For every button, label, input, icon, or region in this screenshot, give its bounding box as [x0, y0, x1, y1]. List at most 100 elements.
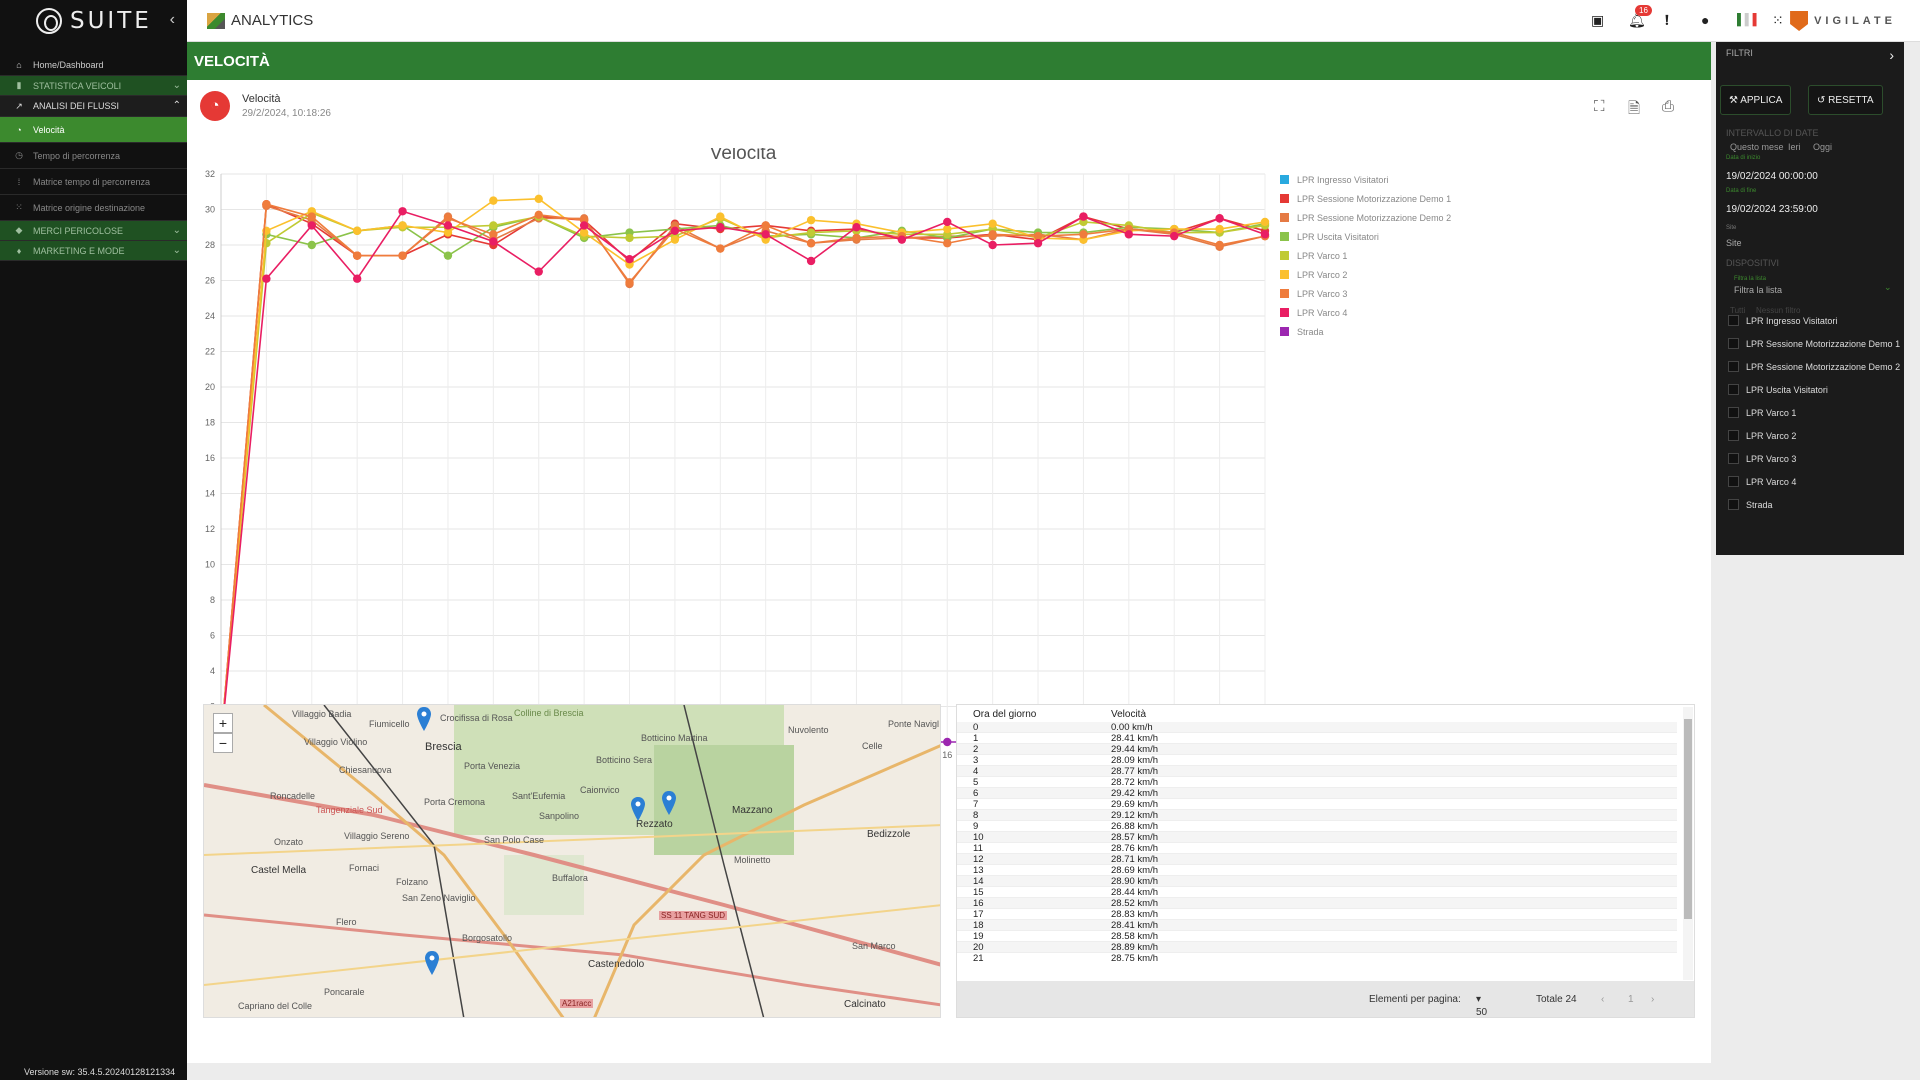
data-point[interactable]: [307, 240, 316, 250]
legend-swatch[interactable]: [1280, 232, 1289, 241]
data-point[interactable]: [852, 233, 861, 243]
chevron-right-icon[interactable]: ›: [1889, 47, 1894, 63]
map-marker-icon[interactable]: [631, 797, 645, 821]
data-point[interactable]: [761, 230, 770, 239]
fullscreen-icon[interactable]: ⛶: [1594, 98, 1605, 115]
data-point[interactable]: [398, 207, 407, 216]
map-marker-icon[interactable]: [417, 707, 431, 731]
collapse-sidebar-icon[interactable]: ‹: [170, 11, 175, 29]
data-point[interactable]: [761, 221, 770, 230]
app-title[interactable]: ANALYTICS: [207, 12, 313, 29]
data-point[interactable]: [625, 255, 634, 264]
sidebar-group-analisi[interactable]: ↗ ANALISI DEI FLUSSI ⌃: [0, 96, 187, 117]
legend-swatch[interactable]: [1280, 175, 1289, 184]
data-point[interactable]: [943, 239, 952, 248]
data-point[interactable]: [1215, 214, 1224, 223]
data-point[interactable]: [943, 217, 952, 227]
legend-swatch[interactable]: [1280, 270, 1289, 279]
legend-swatch[interactable]: [1280, 213, 1289, 222]
zoom-in-button[interactable]: +: [213, 713, 233, 733]
device-label[interactable]: LPR Uscita Visitatori: [1746, 385, 1828, 395]
data-point[interactable]: [262, 199, 271, 209]
no-filter-link[interactable]: Nessun filtro: [1756, 306, 1800, 315]
device-label[interactable]: Strada: [1746, 500, 1773, 510]
data-point[interactable]: [988, 230, 997, 239]
data-point[interactable]: [806, 215, 816, 225]
legend-label[interactable]: LPR Varco 2: [1297, 270, 1347, 280]
legend-label[interactable]: LPR Sessione Motorizzazione Demo 2: [1297, 213, 1451, 223]
sidebar-group-statistica[interactable]: ▮ STATISTICA VEICOLI ⌄: [0, 76, 187, 96]
data-point[interactable]: [716, 212, 725, 221]
data-point[interactable]: [943, 737, 952, 747]
legend-swatch[interactable]: [1280, 327, 1289, 336]
camera-icon[interactable]: ▣: [1591, 12, 1604, 29]
sidebar-item-matrice-od[interactable]: ⁙ Matrice origine destinazione: [0, 195, 187, 221]
data-point[interactable]: [988, 219, 997, 228]
apply-button[interactable]: ⚒ APPLICA: [1720, 85, 1792, 115]
sidebar-group-marketing[interactable]: ♦ MARKETING E MODE ⌄: [0, 241, 187, 261]
data-point[interactable]: [352, 226, 362, 235]
data-point[interactable]: [489, 196, 498, 205]
data-point[interactable]: [443, 251, 453, 260]
sidebar-group-merci[interactable]: ◆ MERCI PERICOLOSE ⌄: [0, 221, 187, 241]
data-point[interactable]: [307, 221, 316, 230]
map-marker-icon[interactable]: [662, 791, 676, 815]
data-point[interactable]: [806, 256, 816, 266]
data-point[interactable]: [806, 239, 816, 248]
legend-swatch[interactable]: [1280, 289, 1289, 298]
data-point[interactable]: [352, 274, 362, 283]
data-point[interactable]: [806, 228, 816, 237]
data-point[interactable]: [1079, 212, 1088, 221]
legend-swatch[interactable]: [1280, 194, 1289, 203]
filter-list-input[interactable]: Filtra la lista: [1734, 285, 1782, 295]
legend-label[interactable]: LPR Varco 1: [1297, 251, 1347, 261]
data-point[interactable]: [489, 221, 498, 230]
reset-button[interactable]: ↺ RESETTA: [1808, 85, 1883, 115]
device-label[interactable]: LPR Varco 3: [1746, 454, 1796, 464]
data-point[interactable]: [670, 235, 680, 244]
data-point[interactable]: [1124, 230, 1134, 239]
data-point[interactable]: [1260, 217, 1270, 227]
data-point[interactable]: [670, 226, 680, 235]
legend-swatch[interactable]: [1280, 251, 1289, 260]
device-checkbox[interactable]: [1728, 315, 1739, 326]
data-point[interactable]: [398, 221, 407, 230]
next-page-icon[interactable]: ›: [1651, 994, 1654, 1005]
data-point[interactable]: [1260, 230, 1270, 239]
column-header-speed[interactable]: Velocità: [1111, 709, 1146, 720]
device-checkbox[interactable]: [1728, 407, 1739, 418]
italian-flag-icon[interactable]: ▌▌▌: [1737, 14, 1760, 26]
pdf-export-icon[interactable]: 🗎︎: [1628, 98, 1640, 123]
data-point[interactable]: [988, 240, 997, 250]
device-checkbox[interactable]: [1728, 338, 1739, 349]
sidebar-item-tempo-percorrenza[interactable]: ◷ Tempo di percorrenza: [0, 143, 187, 169]
data-point[interactable]: [1215, 240, 1224, 250]
column-header-hour[interactable]: Ora del giorno: [973, 709, 1036, 720]
device-label[interactable]: LPR Varco 4: [1746, 477, 1796, 487]
data-point[interactable]: [352, 251, 362, 260]
print-icon[interactable]: ⎙: [1662, 98, 1674, 115]
data-point[interactable]: [1079, 230, 1088, 239]
data-point[interactable]: [534, 267, 543, 276]
device-label[interactable]: LPR Varco 2: [1746, 431, 1796, 441]
map-marker-icon[interactable]: [425, 951, 439, 975]
account-icon[interactable]: ●: [1701, 12, 1709, 28]
legend-label[interactable]: Strada: [1297, 327, 1324, 337]
device-checkbox[interactable]: [1728, 361, 1739, 372]
end-date-input[interactable]: 19/02/2024 23:59:00: [1726, 204, 1818, 215]
device-label[interactable]: LPR Ingresso Visitatori: [1746, 316, 1837, 326]
sidebar-item-home[interactable]: ⌂ Home/Dashboard: [0, 55, 187, 76]
quick-today[interactable]: Oggi: [1813, 142, 1832, 152]
legend-label[interactable]: LPR Uscita Visitatori: [1297, 232, 1379, 242]
device-checkbox[interactable]: [1728, 430, 1739, 441]
device-checkbox[interactable]: [1728, 453, 1739, 464]
device-checkbox[interactable]: [1728, 384, 1739, 395]
legend-label[interactable]: LPR Sessione Motorizzazione Demo 1: [1297, 194, 1451, 204]
device-checkbox[interactable]: [1728, 499, 1739, 510]
data-point[interactable]: [579, 221, 589, 230]
device-label[interactable]: LPR Sessione Motorizzazione Demo 2: [1746, 362, 1900, 372]
data-point[interactable]: [1033, 239, 1043, 248]
quick-this-month[interactable]: Questo mese: [1730, 142, 1784, 152]
data-point[interactable]: [625, 233, 634, 243]
data-point[interactable]: [716, 244, 725, 253]
